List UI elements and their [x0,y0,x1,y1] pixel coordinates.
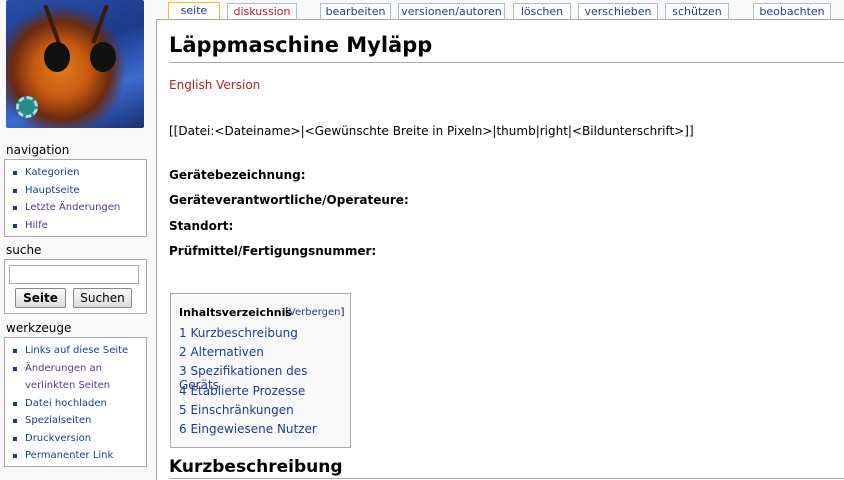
title-divider [169,62,844,63]
toolbox-item-label: Permanenter Link [25,450,114,461]
tab-verschieben[interactable]: verschieben [578,3,658,20]
toolbox-item-recentchangeslinked[interactable]: Änderungen an [5,360,146,378]
toolbox-item-label: Änderungen an [25,362,102,374]
nav-item-letzte-aenderungen[interactable]: Letzte Änderungen [5,199,146,217]
table-of-contents: Inhaltsverzeichnis [Verbergen] 1 Kurzbes… [170,293,351,448]
tab-schuetzen[interactable]: schützen [665,3,729,20]
tab-seite[interactable]: seite [168,2,220,20]
toolbox-item-whatlinkshere[interactable]: Links auf diese Seite [5,342,146,360]
tab-beobachten[interactable]: beobachten [753,3,831,20]
toc-toggle: [Verbergen] [285,307,344,318]
tab-diskussion[interactable]: diskussion [227,3,297,20]
toc-item-einschraenkungen[interactable]: 5 Einschränkungen [179,403,294,417]
image-placeholder-text: [[Datei:<Dateiname>|<Gewünschte Breite i… [169,124,694,138]
tab-bearbeiten[interactable]: bearbeiten [320,3,391,20]
toc-item-kurzbeschreibung[interactable]: 1 Kurzbeschreibung [179,326,298,340]
toolbox-portlet: Links auf diese Seite Änderungen an verl… [4,337,147,467]
logo-gear-icon [16,96,38,118]
toc-bracket-close: ] [340,307,345,318]
search-input[interactable] [9,265,139,284]
toolbox-heading: werkzeuge [6,321,72,335]
toolbox-item-label: Datei hochladen [25,397,107,409]
logo-eye-left [44,42,70,72]
toolbox-item-label: verlinkten Seiten [25,380,111,391]
toolbox-item-label: Spezialseiten [25,415,92,426]
search-button[interactable]: Suchen [73,288,132,308]
field-geraetebezeichnung: Gerätebezeichnung: [169,168,306,182]
nav-item-label: Kategorien [25,167,80,178]
tab-versionen-autoren[interactable]: versionen/autoren [398,3,505,20]
toc-item-nutzer[interactable]: 6 Eingewiesene Nutzer [179,422,317,436]
toc-item-prozesse[interactable]: 4 Etablierte Prozesse [179,384,305,398]
field-pruefmittel: Prüfmittel/Fertigungsnummer: [169,244,377,258]
toolbox-item-print[interactable]: Druckversion [5,430,146,448]
nav-item-kategorien[interactable]: Kategorien [5,164,146,182]
toolbox-item-upload[interactable]: Datei hochladen [5,395,146,413]
navigation-portlet: Kategorien Hauptseite Letzte Änderungen … [4,159,147,237]
nav-item-hauptseite[interactable]: Hauptseite [5,182,146,200]
field-standort: Standort: [169,219,234,233]
english-version-link[interactable]: English Version [169,78,260,92]
toc-hide-link[interactable]: Verbergen [289,307,341,318]
nav-item-hilfe[interactable]: Hilfe [5,217,146,235]
toolbox-item-label: Links auf diese Seite [25,345,129,356]
toolbox-item-recentchangeslinked-line2[interactable]: verlinkten Seiten [5,377,146,395]
toolbox-item-permalink[interactable]: Permanenter Link [5,447,146,465]
logo-eye-right [90,42,116,72]
toc-item-alternativen[interactable]: 2 Alternativen [179,345,264,359]
navigation-heading: navigation [6,143,70,157]
toolbox-item-label: Druckversion [25,432,92,444]
section-divider [169,478,844,479]
field-operateure: Geräteverantwortliche/Operateure: [169,193,409,207]
toc-title: Inhaltsverzeichnis [179,306,292,319]
content-area: Läppmaschine Myläpp English Version [[Da… [156,19,844,480]
section-heading-kurzbeschreibung: Kurzbeschreibung [169,457,343,477]
go-button[interactable]: Seite [15,288,66,308]
nav-item-label: Hilfe [25,219,48,231]
search-portlet: Seite Suchen [4,259,147,314]
tab-loeschen[interactable]: löschen [513,3,571,20]
page-title: Läppmaschine Myläpp [169,33,433,57]
page-tabs: seite diskussion bearbeiten versionen/au… [0,0,844,20]
nav-item-label: Hauptseite [25,184,80,196]
toolbox-item-specialpages[interactable]: Spezialseiten [5,412,146,430]
search-heading: suche [6,243,42,257]
nav-item-label: Letzte Änderungen [25,202,121,213]
